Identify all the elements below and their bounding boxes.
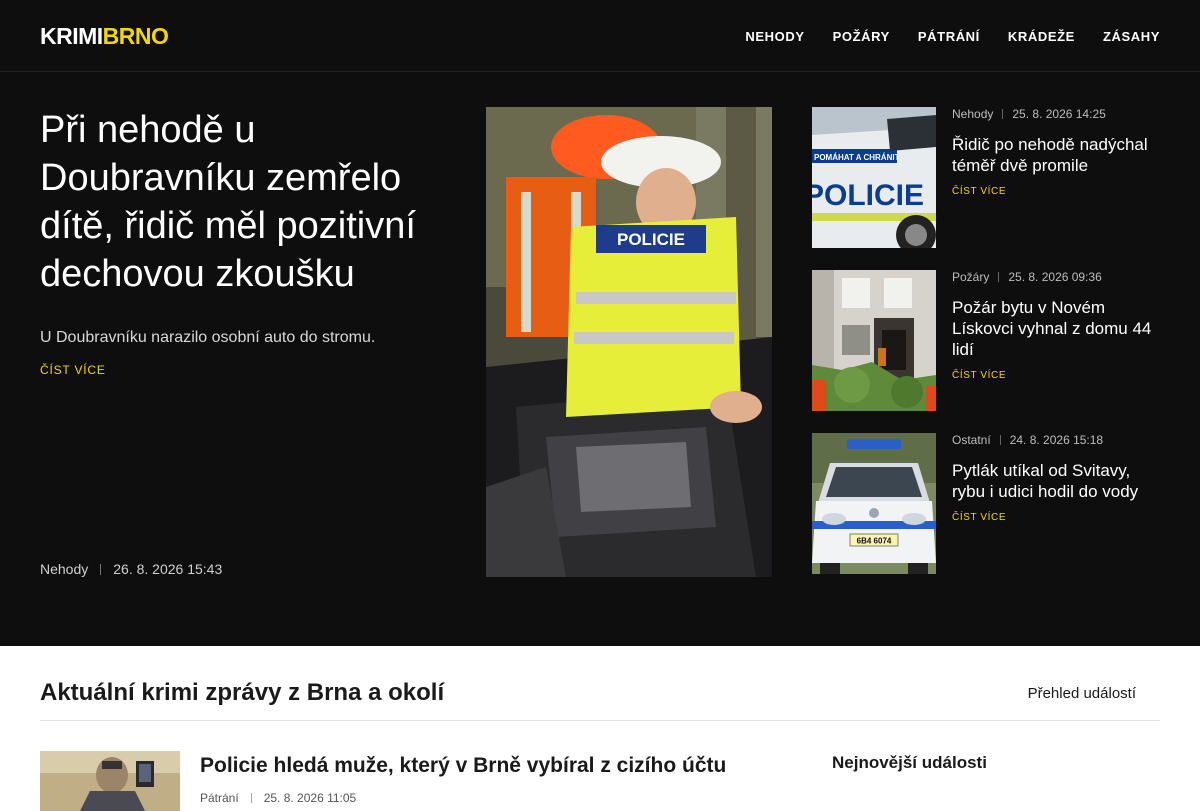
lead-article-meta: Nehody 26. 8. 2026 15:43 <box>40 561 222 577</box>
lead-date: 26. 8. 2026 15:43 <box>113 561 223 577</box>
side-article-title[interactable]: Řidič po nehodě nadýchal téměř dvě promi… <box>952 134 1160 176</box>
nav-item-pozary[interactable]: POŽÁRY <box>833 29 890 44</box>
vest-police-text: POLICIE <box>617 230 685 249</box>
nav-item-patrani[interactable]: PÁTRÁNÍ <box>918 29 980 44</box>
site-header: KRIMIBRNO NEHODY POŽÁRY PÁTRÁNÍ KRÁDEŽE … <box>0 0 1200 72</box>
police-car-photo-icon: POMÁHAT A CHRÁNIT POLICIE <box>812 107 936 248</box>
side-article-body: Požáry 25. 8. 2026 09:36 Požár bytu v No… <box>952 270 1160 381</box>
news-item-date: 25. 8. 2026 11:05 <box>263 791 357 805</box>
latest-events-title: Nejnovější události <box>832 753 987 772</box>
side-article-category[interactable]: Nehody <box>952 107 993 121</box>
side-article-category[interactable]: Ostatní <box>952 433 991 447</box>
side-article: Požáry 25. 8. 2026 09:36 Požár bytu v No… <box>812 270 1160 411</box>
side-article: 6B4 6074 Ostatní 24. 8. 2026 15:18 Pytlá… <box>812 433 1160 574</box>
side-article: POMÁHAT A CHRÁNIT POLICIE Nehody 25. 8. … <box>812 107 1160 248</box>
lead-category[interactable]: Nehody <box>40 561 88 577</box>
section-title: Aktuální krimi zprávy z Brna a okolí <box>40 679 445 706</box>
burned-building-photo-icon <box>812 270 936 411</box>
logo-part-krimi: KRIMI <box>40 23 103 49</box>
side-article-category[interactable]: Požáry <box>952 270 989 284</box>
side-article-image[interactable]: 6B4 6074 <box>812 433 936 574</box>
police-car-front-photo-icon: 6B4 6074 <box>812 433 936 574</box>
side-read-more-link[interactable]: ČÍST VÍCE <box>952 186 1160 197</box>
hero-section: Při nehodě u Doubravníku zemřelo dítě, ř… <box>0 72 1200 646</box>
police-accident-photo-icon: POLICIE <box>486 107 772 577</box>
news-list-item: Policie hledá muže, který v Brně vybíral… <box>40 751 800 811</box>
side-read-more-link[interactable]: ČÍST VÍCE <box>952 512 1160 523</box>
side-article-date: 24. 8. 2026 15:18 <box>1009 433 1104 447</box>
news-item-image[interactable] <box>40 751 180 811</box>
meta-divider <box>250 793 252 803</box>
news-section-header: Aktuální krimi zprávy z Brna a okolí Pře… <box>40 646 1160 721</box>
meta-divider <box>100 563 102 575</box>
news-item-category[interactable]: Pátrání <box>200 791 239 805</box>
news-item-meta: Pátrání 25. 8. 2026 11:05 <box>200 791 356 805</box>
side-article-meta: Ostatní 24. 8. 2026 15:18 <box>952 433 1160 447</box>
side-article-date: 25. 8. 2026 09:36 <box>1008 270 1102 284</box>
car-police-text: POLICIE <box>812 179 924 212</box>
lead-article-image[interactable]: POLICIE <box>486 107 772 577</box>
site-logo[interactable]: KRIMIBRNO <box>40 22 169 50</box>
meta-divider <box>999 435 1001 445</box>
license-plate-text: 6B4 6074 <box>857 537 892 546</box>
side-article-body: Nehody 25. 8. 2026 14:25 Řidič po nehodě… <box>952 107 1160 197</box>
lead-article-title[interactable]: Při nehodě u Doubravníku zemřelo dítě, ř… <box>40 106 460 298</box>
side-article-meta: Nehody 25. 8. 2026 14:25 <box>952 107 1160 121</box>
side-article-title[interactable]: Pytlák utíkal od Svitavy, rybu i udici h… <box>952 460 1160 502</box>
side-article-image[interactable] <box>812 270 936 411</box>
main-nav: NEHODY POŽÁRY PÁTRÁNÍ KRÁDEŽE ZÁSAHY <box>745 0 1160 72</box>
meta-divider <box>1002 109 1004 119</box>
side-article-image[interactable]: POMÁHAT A CHRÁNIT POLICIE <box>812 107 936 248</box>
surveillance-photo-icon <box>40 751 180 811</box>
lead-article-perex: U Doubravníku narazilo osobní auto do st… <box>40 329 376 346</box>
lead-read-more-link[interactable]: ČÍST VÍCE <box>40 363 106 377</box>
nav-item-kradeze[interactable]: KRÁDEŽE <box>1008 29 1075 44</box>
car-slogan-text: POMÁHAT A CHRÁNIT <box>814 153 900 162</box>
side-article-body: Ostatní 24. 8. 2026 15:18 Pytlák utíkal … <box>952 433 1160 523</box>
side-article-meta: Požáry 25. 8. 2026 09:36 <box>952 270 1160 284</box>
nav-item-nehody[interactable]: NEHODY <box>745 29 804 44</box>
meta-divider <box>998 272 1000 282</box>
nav-item-zasahy[interactable]: ZÁSAHY <box>1103 29 1160 44</box>
events-overview-link[interactable]: Přehled událostí <box>1028 685 1136 702</box>
side-article-date: 25. 8. 2026 14:25 <box>1012 107 1106 121</box>
logo-part-brno: BRNO <box>102 23 169 49</box>
news-item-title[interactable]: Policie hledá muže, který v Brně vybíral… <box>200 754 726 778</box>
side-article-title[interactable]: Požár bytu v Novém Lískovci vyhnal z dom… <box>952 297 1160 360</box>
side-read-more-link[interactable]: ČÍST VÍCE <box>952 370 1160 381</box>
